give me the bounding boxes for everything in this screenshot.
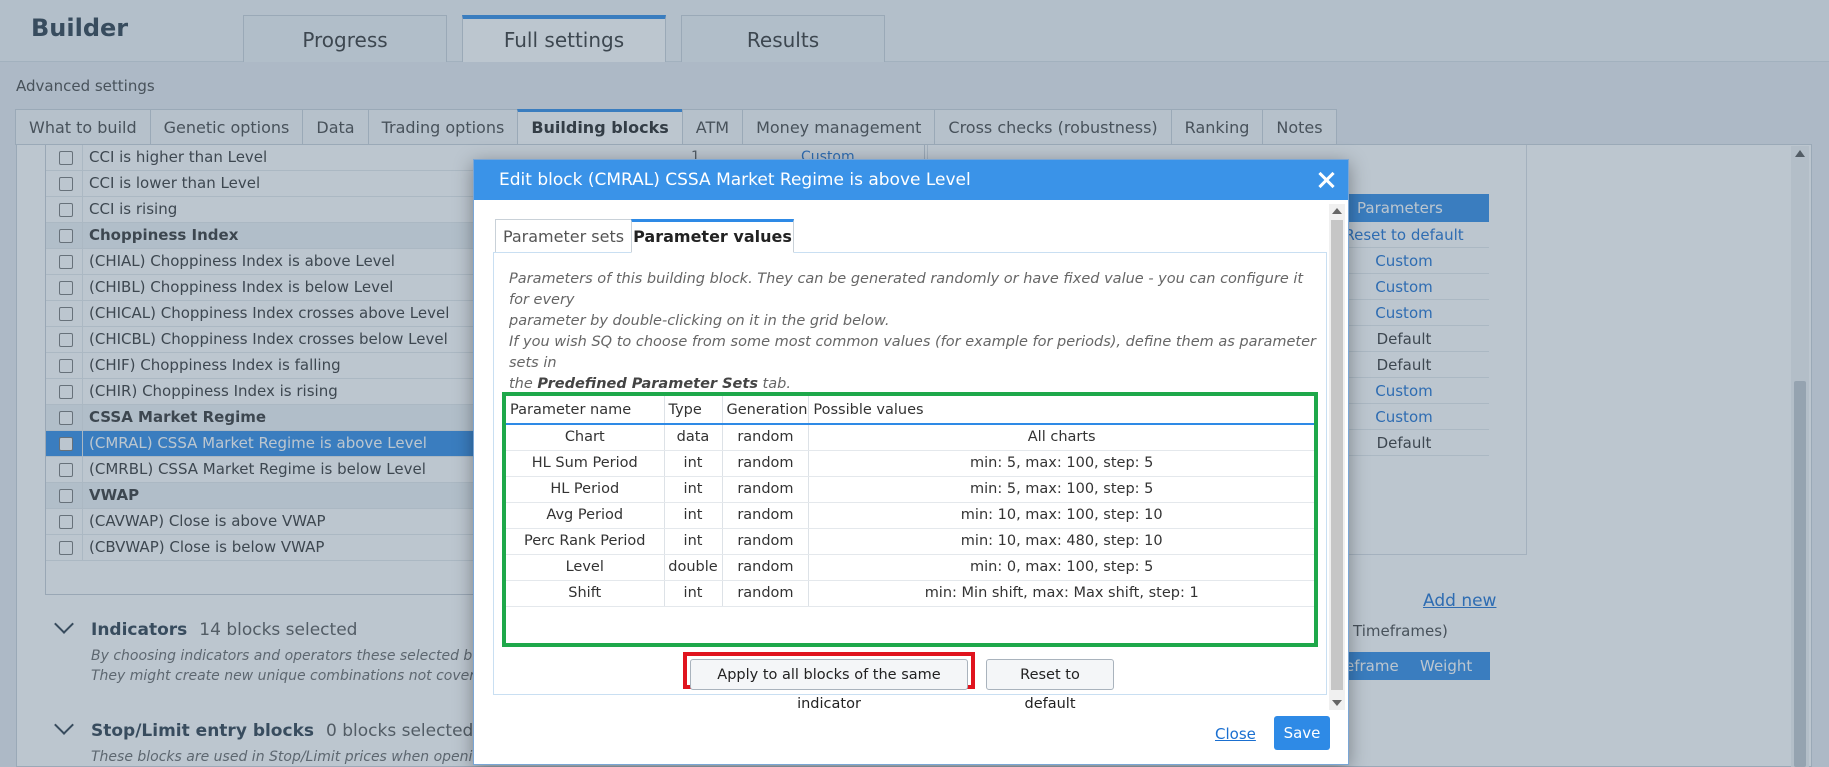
cell[interactable]: HL Sum Period [506,450,665,477]
description-text: If you wish SQ to choose from some most … [509,332,1319,395]
cell[interactable]: int [664,476,723,503]
save-button[interactable]: Save [1274,716,1330,750]
cell[interactable]: random [722,580,810,607]
col-possible-values[interactable]: Possible values [808,396,1314,425]
parameters-grid: Parameter name Type Generation Possible … [506,396,1314,607]
cell[interactable]: Level [506,554,665,581]
close-link[interactable]: Close [1215,725,1256,743]
scrollbar-thumb[interactable] [1331,220,1343,690]
edit-block-dialog: Edit block (CMRAL) CSSA Market Regime is… [473,159,1349,765]
cell[interactable]: int [664,450,723,477]
dialog-title: Edit block (CMRAL) CSSA Market Regime is… [499,170,971,190]
tab-parameter-values[interactable]: Parameter values [631,219,794,253]
cell[interactable]: data [664,424,723,451]
cell[interactable]: int [664,502,723,529]
reset-to-default-button[interactable]: Reset to default [986,659,1114,712]
table-row[interactable]: Avg Period int random min: 10, max: 100, st… [506,502,1314,529]
description-text: Parameters of this building block. They … [509,269,1319,332]
cell[interactable]: min: 10, max: 100, step: 10 [808,502,1314,529]
parameters-grid-highlight: Parameter name Type Generation Possible … [502,392,1318,647]
cell[interactable]: double [664,554,723,581]
cell[interactable]: int [664,528,723,555]
table-row[interactable]: Chart data random All charts [506,424,1314,451]
col-generation[interactable]: Generation [722,396,810,425]
cell[interactable]: min: 0, max: 100, step: 5 [808,554,1314,581]
tab-parameter-sets[interactable]: Parameter sets [495,219,632,253]
scroll-down-icon[interactable] [1332,700,1342,706]
cell[interactable]: Avg Period [506,502,665,529]
cell[interactable]: Perc Rank Period [506,528,665,555]
cell[interactable]: HL Period [506,476,665,503]
scroll-up-icon[interactable] [1332,208,1342,214]
table-row[interactable]: Shift int random min: Min shift, max: Max s… [506,580,1314,607]
table-row[interactable]: Level double random min: 0, max: 100, step:… [506,554,1314,581]
close-icon[interactable] [1315,169,1337,191]
cell[interactable]: random [722,554,810,581]
col-type[interactable]: Type [664,396,723,425]
description-fragment: the [509,376,538,392]
table-row[interactable]: HL Period int random min: 5, max: 100, step… [506,476,1314,503]
description-line: If you wish SQ to choose from some most … [509,334,1316,371]
cell[interactable]: min: Min shift, max: Max shift, step: 1 [808,580,1314,607]
dialog-titlebar: Edit block (CMRAL) CSSA Market Regime is… [474,160,1348,200]
table-row[interactable]: Perc Rank Period int random min: 10, max: 4… [506,528,1314,555]
cell[interactable]: min: 10, max: 480, step: 10 [808,528,1314,555]
parameter-values-panel: Parameters of this building block. They … [493,252,1327,712]
cell[interactable]: min: 5, max: 100, step: 5 [808,450,1314,477]
cell[interactable]: Chart [506,424,665,451]
cell[interactable]: min: 5, max: 100, step: 5 [808,476,1314,503]
cell[interactable]: random [722,450,810,477]
description-fragment: tab. [757,376,791,392]
description-line: parameter by double-clicking on it in th… [509,313,890,329]
predefined-sets-ref: Predefined Parameter Sets [537,376,758,392]
cell[interactable]: random [722,476,810,503]
cell[interactable]: int [664,580,723,607]
apply-to-all-button[interactable]: Apply to all blocks of the same indicato… [690,659,968,712]
col-parameter-name[interactable]: Parameter name [506,396,665,425]
table-row[interactable]: HL Sum Period int random min: 5, max: 100, … [506,450,1314,477]
cell[interactable]: random [722,424,810,451]
cell[interactable]: random [722,528,810,555]
cell[interactable]: random [722,502,810,529]
cell[interactable]: Shift [506,580,665,607]
cell[interactable]: All charts [808,424,1314,451]
dialog-scrollbar[interactable] [1329,204,1345,710]
description-line: Parameters of this building block. They … [509,271,1304,308]
